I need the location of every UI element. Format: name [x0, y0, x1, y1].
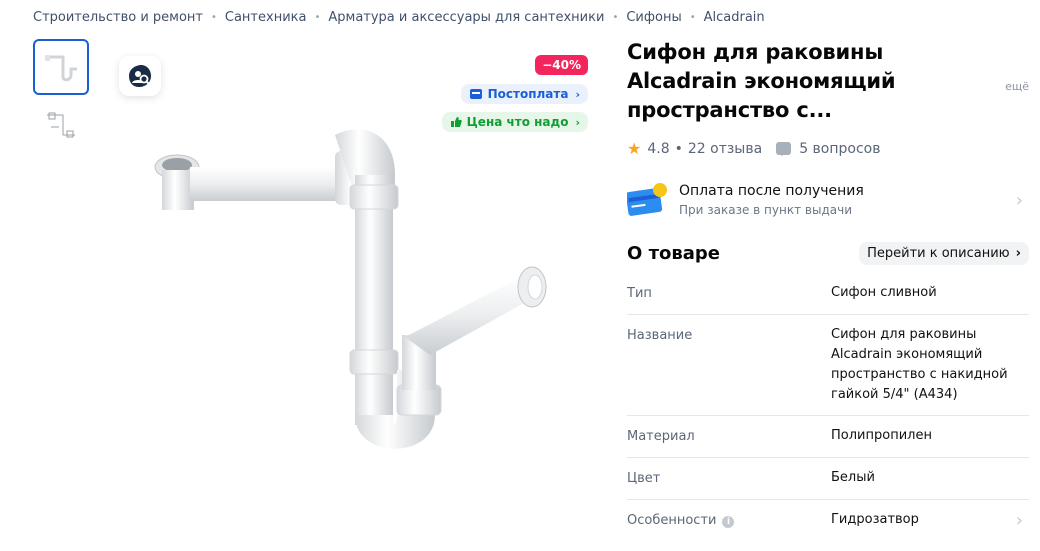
spec-row: Цвет Белый — [627, 458, 1029, 500]
breadcrumb: Строительство и ремонт • Сантехника • Ар… — [33, 10, 765, 25]
thumb-up-icon — [450, 117, 462, 127]
questions-link[interactable]: 5 вопросов — [799, 141, 880, 157]
breadcrumb-item[interactable]: Арматура и аксессуары для сантехники — [328, 10, 604, 25]
spec-row: Название Сифон для раковины Alcadrain эк… — [627, 315, 1029, 416]
about-title: О товаре — [627, 243, 720, 264]
star-icon: ★ — [627, 139, 642, 158]
card-icon — [625, 182, 667, 218]
badge-group: −40% Постоплата › Цена что надо › — [441, 55, 588, 140]
rating-separator: • — [674, 140, 683, 157]
spec-value: Полипропилен — [831, 428, 932, 443]
drawing-thumbnail-icon — [47, 112, 75, 138]
zoom-search-icon — [129, 65, 151, 87]
postpay-label: Постоплата — [487, 87, 569, 101]
breadcrumb-separator: • — [689, 12, 696, 23]
spec-value: Гидрозатвор — [831, 512, 919, 527]
rating-row: ★ 4.8 • 22 отзыва 5 вопросов — [627, 139, 1029, 158]
siphon-thumbnail-icon — [45, 55, 77, 82]
info-icon[interactable]: i — [722, 516, 735, 528]
spec-row: Материал Полипропилен — [627, 416, 1029, 458]
breadcrumb-separator: • — [612, 12, 619, 23]
rating-value: 4.8 — [647, 140, 670, 157]
spec-key: Тип — [627, 286, 652, 301]
product-info-panel: Сифон для раковины Alcadrain экономящий … — [625, 38, 1029, 541]
question-icon — [776, 142, 792, 156]
product-image[interactable] — [140, 115, 580, 475]
chevron-right-icon: › — [575, 115, 580, 129]
breadcrumb-separator: • — [314, 12, 321, 23]
chevron-right-icon: › — [575, 87, 580, 101]
postpay-icon — [469, 89, 482, 99]
goto-description-label: Перейти к описанию — [867, 246, 1010, 261]
spec-row: Тип Сифон сливной — [627, 273, 1029, 315]
thumbnail-1[interactable] — [33, 39, 89, 95]
payment-title: Оплата после получения — [679, 183, 864, 199]
breadcrumb-item[interactable]: Строительство и ремонт — [33, 10, 203, 25]
spec-key: Особенности i — [627, 500, 831, 541]
zoom-search-button[interactable] — [119, 56, 161, 96]
good-price-label: Цена что надо — [466, 115, 569, 129]
about-header: О товаре Перейти к описанию › — [627, 242, 1029, 265]
postpay-badge[interactable]: Постоплата › — [460, 84, 588, 104]
spec-row-features[interactable]: Особенности i Гидрозатвор › — [627, 500, 1029, 541]
spec-key-label: Особенности — [627, 513, 717, 528]
breadcrumb-item[interactable]: Сифоны — [626, 10, 681, 25]
chevron-right-icon: › — [1015, 510, 1023, 531]
product-title: Сифон для раковины Alcadrain экономящий … — [627, 40, 896, 122]
thumbnail-2[interactable] — [33, 99, 89, 155]
spec-key: Материал — [627, 429, 695, 444]
siphon-image — [154, 129, 547, 449]
payment-subtitle: При заказе в пункт выдачи — [679, 203, 852, 217]
spec-key: Цвет — [627, 471, 661, 486]
breadcrumb-item[interactable]: Alcadrain — [704, 10, 765, 25]
specs-table: Тип Сифон сливной Название Сифон для рак… — [627, 273, 1029, 541]
more-link[interactable]: ещё — [1005, 80, 1029, 93]
chevron-right-icon: › — [1015, 190, 1023, 211]
chevron-right-icon: › — [1015, 246, 1021, 261]
spec-value: Сифон сливной — [831, 285, 937, 300]
discount-badge: −40% — [535, 55, 588, 75]
thumbnail-list — [33, 39, 89, 159]
spec-key: Название — [627, 328, 693, 343]
spec-value: Белый — [831, 470, 875, 485]
payment-text: Оплата после получения При заказе в пунк… — [679, 183, 864, 217]
breadcrumb-item[interactable]: Сантехника — [225, 10, 307, 25]
breadcrumb-separator: • — [210, 12, 217, 23]
reviews-link[interactable]: 22 отзыва — [688, 141, 762, 157]
payment-info[interactable]: Оплата после получения При заказе в пунк… — [625, 176, 1029, 224]
goto-description-button[interactable]: Перейти к описанию › — [859, 242, 1029, 265]
good-price-badge[interactable]: Цена что надо › — [441, 112, 588, 132]
spec-value: Сифон для раковины Alcadrain экономящий … — [831, 327, 1008, 402]
